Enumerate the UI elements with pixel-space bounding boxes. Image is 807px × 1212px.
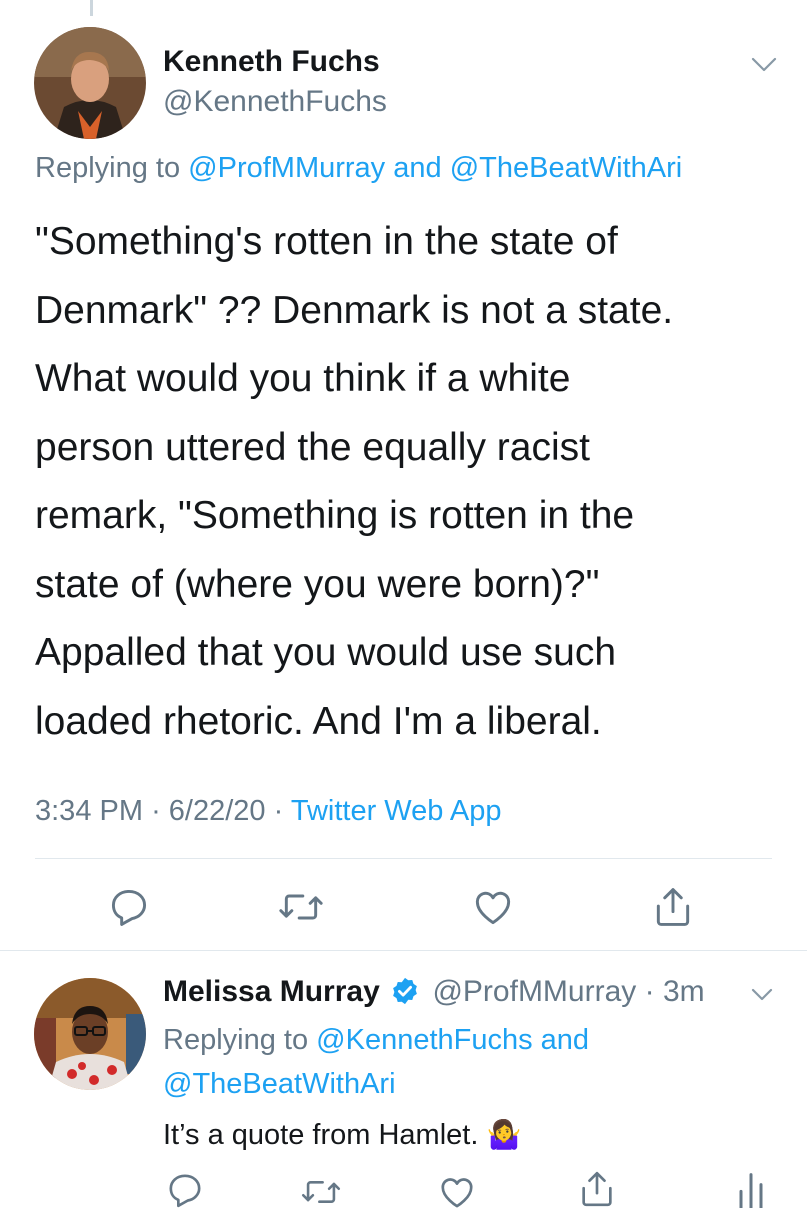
replying-user-link[interactable]: @TheBeatWithAri bbox=[163, 1068, 396, 1100]
tweet-text-line: Denmark" ?? Denmark is not a state. bbox=[35, 288, 674, 332]
replying-prefix: Replying to bbox=[35, 152, 181, 184]
tweet-source-link[interactable]: Twitter Web App bbox=[291, 795, 502, 827]
tweet-text-line: What would you think if a white bbox=[35, 357, 571, 400]
reply-header: Melissa Murray @ProfMMurray · 3m bbox=[163, 975, 705, 1009]
reply-replying-to: Replying to @KennethFuchs and @TheBeatWi… bbox=[163, 1018, 589, 1106]
author-avatar[interactable] bbox=[34, 27, 146, 139]
tweet-date[interactable]: 6/22/20 bbox=[169, 795, 266, 827]
shrug-emoji: 🤷‍♀️ bbox=[486, 1119, 522, 1150]
meta-separator: · bbox=[151, 795, 161, 827]
tweet-text-line: state of (where you were born)?" bbox=[35, 562, 600, 606]
replying-line: @TheBeatWithAri bbox=[163, 1062, 589, 1106]
tweet-text-line: "Something's rotten in the state of bbox=[35, 220, 618, 263]
divider bbox=[0, 950, 807, 951]
reply-author-avatar[interactable] bbox=[34, 978, 146, 1090]
retweet-icon[interactable] bbox=[277, 885, 325, 929]
chevron-down-icon[interactable] bbox=[750, 56, 778, 74]
analytics-icon[interactable] bbox=[733, 1168, 769, 1208]
reply-age[interactable]: 3m bbox=[663, 975, 705, 1008]
replying-user-link[interactable]: @TheBeatWithAri bbox=[450, 152, 683, 184]
meta-separator: · bbox=[644, 975, 655, 1008]
divider bbox=[35, 858, 772, 859]
replying-user-link[interactable]: @ProfMMurray bbox=[188, 152, 385, 184]
tweet-text-line: Appalled that you would use such bbox=[35, 631, 617, 674]
replying-to-line: Replying to @ProfMMurray and @TheBeatWit… bbox=[35, 152, 682, 185]
tweet-text-line: person uttered the equally racist bbox=[35, 425, 590, 469]
reply-author-handle[interactable]: @ProfMMurray bbox=[432, 975, 636, 1008]
tweet-time[interactable]: 3:34 PM bbox=[35, 795, 143, 827]
reply-author-name[interactable]: Melissa Murray bbox=[163, 975, 380, 1008]
replying-line: Replying to @KennethFuchs and bbox=[163, 1018, 589, 1062]
like-icon[interactable] bbox=[470, 885, 516, 929]
replying-prefix: Replying to bbox=[163, 1024, 309, 1056]
tweet-text-line: remark, "Something is rotten in the bbox=[35, 494, 635, 537]
tweet-body: "Something's rotten in the state of Denm… bbox=[35, 208, 785, 756]
replying-user-link[interactable]: @KennethFuchs bbox=[316, 1024, 532, 1056]
reply-icon[interactable] bbox=[165, 1170, 205, 1210]
replying-and[interactable]: and bbox=[393, 152, 441, 184]
share-icon[interactable] bbox=[651, 884, 695, 930]
tweet-text-line: loaded rhetoric. And I'm a liberal. bbox=[35, 699, 602, 743]
replying-and[interactable]: and bbox=[541, 1024, 589, 1056]
author-handle[interactable]: @KennethFuchs bbox=[163, 85, 387, 119]
reply-body: It’s a quote from Hamlet. 🤷‍♀️ bbox=[163, 1118, 521, 1152]
verified-badge-icon bbox=[393, 977, 417, 1005]
thread-connector-line bbox=[90, 0, 93, 16]
chevron-down-icon[interactable] bbox=[750, 987, 774, 1003]
meta-separator: · bbox=[273, 795, 284, 827]
share-icon[interactable] bbox=[577, 1168, 617, 1210]
like-icon[interactable] bbox=[437, 1172, 477, 1212]
reply-icon[interactable] bbox=[107, 885, 151, 929]
reply-text: It’s a quote from Hamlet. bbox=[163, 1119, 479, 1151]
tweet-metadata: 3:34 PM · 6/22/20 · Twitter Web App bbox=[35, 795, 501, 828]
author-name[interactable]: Kenneth Fuchs bbox=[163, 45, 380, 79]
retweet-icon[interactable] bbox=[300, 1172, 342, 1212]
